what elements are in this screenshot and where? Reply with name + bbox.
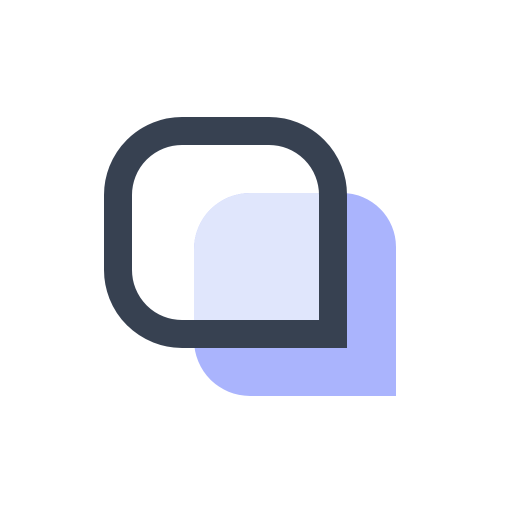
chat-bubbles-icon xyxy=(104,117,396,396)
app-icon-canvas xyxy=(0,0,512,512)
